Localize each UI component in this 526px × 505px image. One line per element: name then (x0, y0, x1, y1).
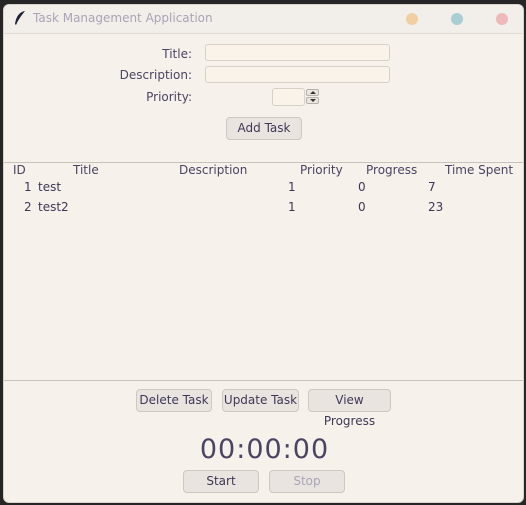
column-header-id[interactable]: ID (13, 163, 26, 177)
cell-progress: 0 (358, 180, 366, 194)
close-button[interactable] (496, 13, 508, 25)
cell-priority: 1 (288, 200, 296, 214)
column-header-priority[interactable]: Priority (300, 163, 343, 177)
feather-icon (15, 11, 25, 25)
window-title: Task Management Application (33, 11, 213, 25)
priority-spin-arrows (306, 89, 319, 105)
task-table[interactable]: ID Title Description Priority Progress T… (4, 162, 523, 381)
stop-button[interactable]: Stop (269, 470, 345, 493)
column-header-description[interactable]: Description (179, 163, 247, 177)
minimize-button[interactable] (406, 13, 418, 25)
column-header-progress[interactable]: Progress (366, 163, 417, 177)
maximize-button[interactable] (451, 13, 463, 25)
cell-title: test (38, 180, 62, 194)
delete-task-button[interactable]: Delete Task (136, 389, 212, 412)
column-header-title[interactable]: Title (73, 163, 99, 177)
priority-spinbox[interactable] (272, 88, 305, 106)
cell-time-spent: 23 (428, 200, 444, 214)
update-task-button[interactable]: Update Task (222, 389, 299, 412)
view-progress-button[interactable]: View Progress (308, 389, 391, 428)
description-label: Description: (119, 68, 192, 82)
title-bar[interactable]: Task Management Application (4, 5, 523, 34)
title-label: Title: (162, 47, 192, 61)
cell-progress: 0 (358, 200, 366, 214)
app-window: Task Management Application Title: Descr… (3, 4, 524, 503)
description-input[interactable] (205, 66, 390, 83)
chevron-up-icon[interactable] (306, 89, 319, 96)
cell-time-spent: 7 (428, 180, 436, 194)
title-input[interactable] (205, 44, 390, 61)
timer-display: 00:00:00 (199, 434, 330, 465)
cell-title: test2 (38, 200, 69, 214)
cell-priority: 1 (288, 180, 296, 194)
chevron-down-icon[interactable] (306, 97, 319, 104)
priority-label: Priority: (146, 90, 192, 104)
add-task-button[interactable]: Add Task (226, 117, 302, 140)
start-button[interactable]: Start (183, 470, 259, 493)
cell-id: 2 (24, 200, 32, 214)
cell-id: 1 (24, 180, 32, 194)
column-header-time-spent[interactable]: Time Spent (445, 163, 513, 177)
